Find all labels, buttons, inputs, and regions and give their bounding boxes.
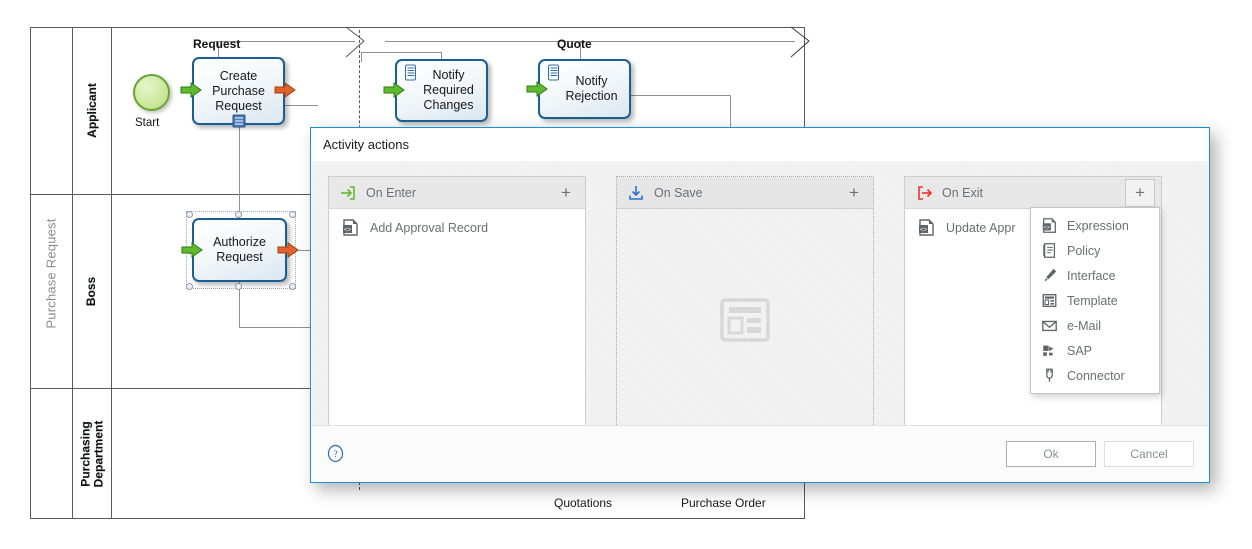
task-authorize-request[interactable]: Authorize Request — [192, 218, 287, 282]
resize-handle-sw[interactable] — [186, 283, 193, 290]
template-icon — [1042, 294, 1057, 307]
panel-body-on-save — [617, 209, 873, 430]
dialog-body: On Enter + <> Add Approval Record On Sav… — [312, 161, 1208, 431]
dialog-footer: ? Ok Cancel — [312, 425, 1208, 481]
cancel-button[interactable]: Cancel — [1104, 440, 1194, 467]
action-type-dropdown-menu[interactable]: <> Expression Policy Interface Template … — [1030, 207, 1160, 394]
connector-line — [730, 95, 731, 130]
column-on-save: On Save + — [616, 176, 874, 431]
add-action-button-on-enter[interactable]: + — [553, 181, 579, 205]
lane-label-applicant: Applicant — [73, 27, 112, 194]
menu-item-email[interactable]: e-Mail — [1031, 313, 1159, 338]
flow-label-request: Request — [193, 37, 241, 51]
lane-label-purchasing: Purchasing Department — [73, 388, 112, 519]
resize-handle-se[interactable] — [289, 283, 296, 290]
column-on-enter: On Enter + <> Add Approval Record — [328, 176, 586, 431]
menu-item-sap[interactable]: SAP — [1031, 338, 1159, 363]
panel-header-on-enter: On Enter + — [329, 177, 585, 209]
action-label: Update Appr — [946, 220, 1016, 235]
menu-item-interface[interactable]: Interface — [1031, 263, 1159, 288]
menu-item-template[interactable]: Template — [1031, 288, 1159, 313]
chevron-marker-icon — [790, 26, 810, 58]
green-arrow-icon — [181, 242, 203, 258]
exit-arrow-icon — [918, 185, 933, 200]
lane-applicant-text: Applicant — [84, 83, 99, 138]
action-item[interactable]: <> Add Approval Record — [329, 209, 585, 237]
expression-icon: <> — [919, 219, 934, 236]
document-task-icon — [405, 64, 416, 81]
bottom-label-quotations: Quotations — [554, 496, 613, 510]
flow-label-quote: Quote — [557, 37, 592, 51]
connector-icon — [1046, 368, 1053, 382]
panel-title-on-enter: On Enter — [366, 185, 417, 200]
menu-item-label: Policy — [1067, 243, 1101, 258]
policy-icon — [1043, 243, 1056, 258]
panel-on-enter[interactable]: On Enter + <> Add Approval Record — [328, 176, 586, 431]
green-arrow-icon — [383, 82, 405, 98]
panel-header-on-save: On Save + — [617, 177, 873, 209]
expression-icon: <> — [343, 219, 358, 236]
enter-arrow-icon — [341, 185, 355, 200]
lane-boss-text: Boss — [84, 276, 99, 306]
lane-purchasing-text: Purchasing Department — [78, 420, 105, 487]
add-action-button-on-exit[interactable]: + — [1125, 178, 1155, 207]
panel-title-on-exit: On Exit — [942, 185, 983, 200]
menu-item-label: e-Mail — [1067, 318, 1102, 333]
pool-label-text: Purchase Request — [43, 217, 59, 329]
add-action-button-on-save[interactable]: + — [841, 181, 867, 205]
panel-on-save[interactable]: On Save + — [616, 176, 874, 431]
menu-item-label: Connector — [1067, 368, 1125, 383]
menu-item-expression[interactable]: <> Expression — [1031, 213, 1159, 238]
chevron-marker-icon — [345, 26, 365, 58]
panel-body-on-enter: <> Add Approval Record — [329, 209, 585, 430]
start-event-label: Start — [135, 117, 160, 129]
orange-arrow-icon — [277, 242, 299, 258]
interface-icon — [1044, 268, 1057, 282]
resize-handle-n[interactable] — [235, 211, 242, 218]
connector-line — [630, 95, 730, 96]
ok-button[interactable]: Ok — [1006, 440, 1096, 467]
task-label: Notify Required Changes — [423, 68, 474, 112]
task-label: Notify Rejection — [565, 74, 618, 103]
svg-text:<>: <> — [1044, 225, 1050, 231]
action-label: Add Approval Record — [370, 220, 489, 235]
save-download-icon — [629, 185, 643, 200]
svg-text:<>: <> — [344, 227, 352, 233]
green-arrow-icon — [526, 81, 548, 97]
document-task-icon — [548, 64, 559, 81]
svg-text:?: ? — [333, 450, 337, 460]
help-circle-icon[interactable]: ? — [326, 444, 345, 463]
task-marker-icon — [232, 114, 246, 128]
menu-item-label: Interface — [1067, 268, 1116, 283]
dialog-title: Activity actions — [311, 128, 1209, 161]
email-icon — [1042, 320, 1057, 332]
connector-line — [361, 52, 362, 62]
pool-label: Purchase Request — [30, 27, 73, 519]
menu-item-label: SAP — [1067, 343, 1093, 358]
resize-handle-nw[interactable] — [186, 211, 193, 218]
layout-placeholder-icon — [720, 297, 770, 342]
bottom-label-purchase-order: Purchase Order — [681, 496, 766, 510]
lane-label-boss: Boss — [73, 194, 112, 388]
task-label: Authorize Request — [213, 235, 266, 264]
green-arrow-icon — [180, 82, 202, 98]
resize-handle-ne[interactable] — [289, 211, 296, 218]
sap-icon — [1043, 345, 1054, 356]
menu-item-label: Template — [1067, 293, 1118, 308]
svg-text:<>: <> — [920, 227, 928, 233]
panel-title-on-save: On Save — [654, 185, 703, 200]
resize-handle-s[interactable] — [235, 283, 242, 290]
activity-actions-dialog[interactable]: Activity actions On Enter + <> Add Appro… — [310, 127, 1210, 483]
menu-item-policy[interactable]: Policy — [1031, 238, 1159, 263]
panel-header-on-exit: On Exit + — [905, 177, 1161, 209]
menu-item-label: Expression — [1067, 218, 1129, 233]
expression-icon: <> — [1042, 218, 1056, 233]
menu-item-connector[interactable]: Connector — [1031, 363, 1159, 388]
task-label: Create Purchase Request — [212, 68, 265, 113]
connector-line — [361, 52, 441, 53]
start-event[interactable] — [133, 74, 170, 111]
orange-arrow-icon — [274, 82, 296, 98]
